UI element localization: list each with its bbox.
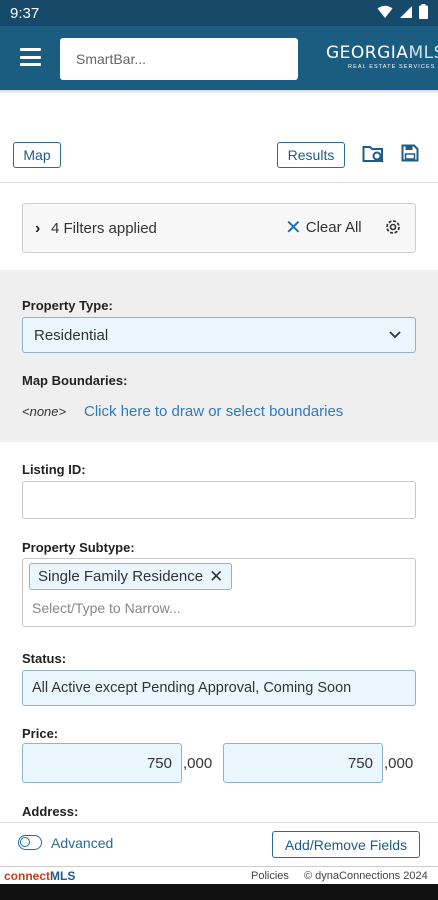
app-bar: GEORGIAMLS REAL ESTATE SERVICES [0, 26, 438, 90]
status-value: All Active except Pending Approval, Comi… [32, 680, 352, 696]
georgia-mls-logo: GEORGIAMLS REAL ESTATE SERVICES [326, 43, 438, 70]
subtype-tag: Single Family Residence ✕ [29, 563, 233, 590]
system-navigation-bar [0, 884, 438, 900]
price-min-input[interactable]: 750 [22, 743, 182, 783]
map-boundaries-value: <none> [22, 404, 67, 419]
property-type-select[interactable]: Residential [22, 317, 416, 353]
chevron-right-icon[interactable]: › [35, 220, 40, 238]
remove-tag-icon[interactable]: ✕ [209, 567, 223, 587]
subtype-tag-label: Single Family Residence [38, 568, 204, 585]
logo-subtitle: REAL ESTATE SERVICES [348, 64, 436, 70]
policies-link[interactable]: Policies [251, 870, 289, 882]
wifi-icon [377, 5, 393, 18]
smartbar-input[interactable] [60, 38, 298, 80]
copyright-text: © dynaConnections 2024 [304, 870, 428, 882]
address-label: Address: [22, 804, 79, 819]
logo-text-a: GEORGIA [326, 43, 409, 63]
footer: connectMLS Policies © dynaConnections 20… [0, 866, 438, 884]
status-label: Status: [22, 651, 67, 666]
close-icon: ✕ [285, 216, 302, 239]
clear-all-label: Clear All [305, 219, 362, 236]
draw-boundaries-link[interactable]: Click here to draw or select boundaries [84, 403, 343, 420]
save-icon[interactable] [401, 144, 419, 162]
primary-criteria-section: Property Type: Residential Map Boundarie… [0, 270, 438, 442]
logo-text-b: MLS [408, 43, 438, 63]
clear-all-button[interactable]: ✕ Clear All [285, 216, 362, 239]
status-select[interactable]: All Active except Pending Approval, Comi… [22, 670, 416, 706]
advanced-toggle[interactable] [18, 835, 42, 850]
connectmls-logo: connectMLS [4, 869, 75, 883]
property-subtype-multiselect[interactable]: Single Family Residence ✕ Select/Type to… [22, 558, 416, 627]
map-button[interactable]: Map [13, 142, 61, 168]
brand-text-a: connect [4, 869, 51, 883]
menu-icon[interactable] [20, 48, 41, 66]
price-min-value: 750 [146, 755, 172, 772]
status-icons [377, 4, 428, 19]
property-type-value: Residential [34, 327, 109, 344]
status-time: 9:37 [10, 5, 40, 22]
property-subtype-label: Property Subtype: [22, 540, 135, 555]
app-bar-shadow [0, 90, 438, 94]
toolbar-divider [0, 182, 438, 183]
gear-icon[interactable] [383, 217, 403, 237]
results-button[interactable]: Results [277, 142, 345, 168]
listing-id-label: Listing ID: [22, 462, 86, 477]
price-label: Price: [22, 726, 59, 741]
listing-id-input[interactable] [22, 481, 416, 519]
brand-text-b: MLS [50, 869, 76, 883]
status-bar: 9:37 [0, 0, 438, 26]
filters-applied-text[interactable]: 4 Filters applied [51, 220, 157, 237]
map-boundaries-label: Map Boundaries: [22, 373, 128, 388]
advanced-label[interactable]: Advanced [51, 835, 113, 851]
open-folder-search-icon[interactable] [362, 144, 386, 164]
price-max-input[interactable]: 750 [223, 743, 383, 783]
add-remove-fields-button[interactable]: Add/Remove Fields [272, 831, 420, 858]
price-min-suffix: ,000 [183, 755, 213, 772]
battery-icon [419, 4, 428, 19]
signal-icon [400, 5, 412, 18]
filters-summary-box: › 4 Filters applied ✕ Clear All [22, 203, 416, 253]
property-type-label: Property Type: [22, 298, 113, 313]
price-max-value: 750 [347, 755, 373, 772]
subtype-placeholder: Select/Type to Narrow... [32, 600, 181, 616]
bottom-bar: Advanced Add/Remove Fields [0, 822, 438, 866]
price-max-suffix: ,000 [384, 755, 414, 772]
chevron-down-icon [389, 331, 401, 339]
